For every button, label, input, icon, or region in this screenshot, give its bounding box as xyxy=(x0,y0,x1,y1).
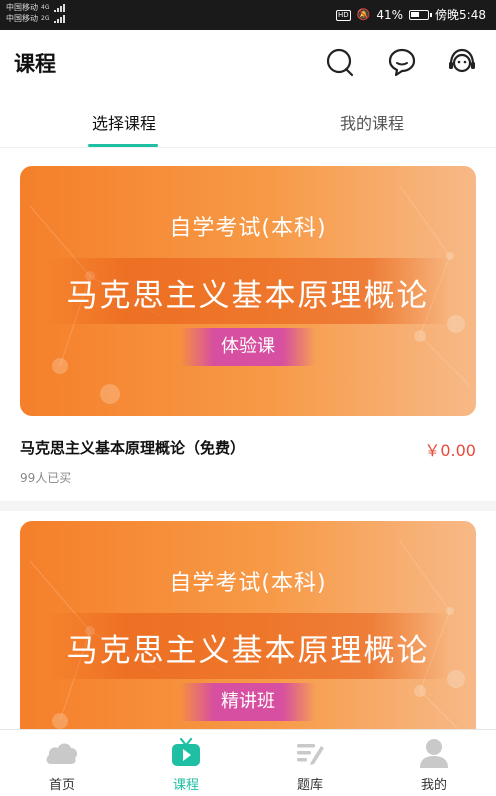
carrier-2-network: 2G xyxy=(41,15,50,22)
course-price: ￥0.00 xyxy=(424,441,476,460)
nav-home[interactable]: 首页 xyxy=(0,730,124,796)
battery-icon xyxy=(409,10,433,20)
course-name: 马克思主义基本原理概论（免费） xyxy=(20,439,246,457)
carrier-2: 中国移动 xyxy=(6,14,38,23)
nav-question-bank-label: 题库 xyxy=(296,778,323,793)
section-divider xyxy=(0,501,496,511)
course-tabs: 选择课程 我的课程 xyxy=(0,92,496,148)
nav-course-label: 课程 xyxy=(172,778,199,793)
course-buyers: 99人已买 xyxy=(20,471,72,485)
carrier-1-network: 4G xyxy=(41,4,50,11)
status-bar: 中国移动 4G 中国移动 2G HD 🔕 41% 傍晚5:48 xyxy=(0,0,496,30)
tab-my-courses[interactable]: 我的课程 xyxy=(292,110,452,134)
banner-course-title: 马克思主义基本原理概论 xyxy=(66,278,430,314)
app-header: 课程 xyxy=(0,30,496,92)
question-bank-icon xyxy=(297,744,324,765)
nav-home-label: 首页 xyxy=(48,778,75,793)
profile-icon xyxy=(420,739,448,768)
active-tab-indicator xyxy=(88,144,158,147)
clock: 傍晚5:48 xyxy=(435,8,486,22)
tab-select-course[interactable]: 选择课程 xyxy=(44,110,204,134)
course-tv-icon xyxy=(172,737,200,766)
course-list[interactable]: 自学考试(本科) 马克思主义基本原理概论 体验课 马克思主义基本原理概论（免费）… xyxy=(0,149,496,729)
battery-percent: 41% xyxy=(376,8,404,22)
bottom-nav: 首页 课程 题库 我的 xyxy=(0,729,496,796)
banner-course-title: 马克思主义基本原理概论 xyxy=(66,633,430,669)
hd-icon: HD xyxy=(336,9,351,21)
nav-profile-label: 我的 xyxy=(420,778,447,793)
mute-icon: 🔕 xyxy=(356,8,371,21)
banner-exam-type: 自学考试(本科) xyxy=(169,571,327,596)
nav-course[interactable]: 课程 xyxy=(124,730,248,796)
banner-exam-type: 自学考试(本科) xyxy=(169,216,327,241)
home-cloud-icon xyxy=(46,743,78,764)
banner-badge: 体验课 xyxy=(180,328,316,366)
signal-2-icon xyxy=(54,14,66,23)
chat-icon[interactable] xyxy=(386,46,418,78)
status-right: HD 🔕 41% 傍晚5:48 xyxy=(336,6,486,24)
page-title: 课程 xyxy=(14,52,56,76)
banner-badge: 精讲班 xyxy=(180,683,316,721)
carrier-1: 中国移动 xyxy=(6,3,38,12)
search-icon[interactable] xyxy=(324,46,356,78)
nav-profile[interactable]: 我的 xyxy=(372,730,496,796)
course-banner[interactable]: 自学考试(本科) 马克思主义基本原理概论 精讲班 xyxy=(20,521,476,729)
nav-question-bank[interactable]: 题库 xyxy=(248,730,372,796)
course-banner[interactable]: 自学考试(本科) 马克思主义基本原理概论 体验课 xyxy=(20,166,476,416)
signal-1-icon xyxy=(54,3,66,12)
carrier-info: 中国移动 4G 中国移动 2G xyxy=(6,2,66,24)
customer-service-icon[interactable] xyxy=(446,46,478,78)
